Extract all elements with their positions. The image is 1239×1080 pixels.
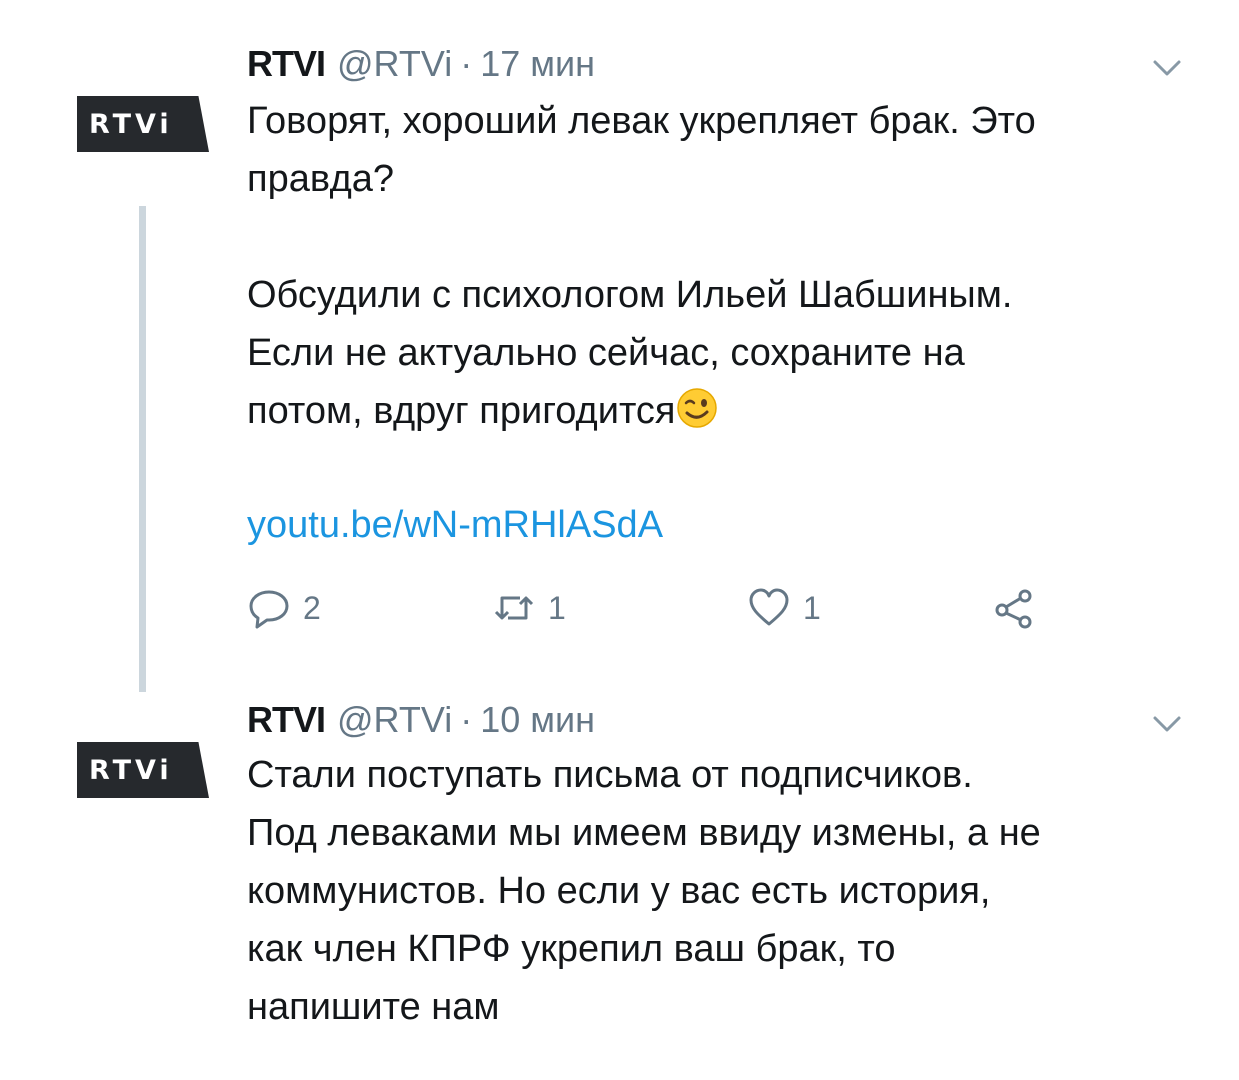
chevron-down-icon[interactable]: [1152, 58, 1182, 78]
separator-dot: ·: [460, 699, 473, 740]
share-button[interactable]: [992, 580, 1036, 636]
reply-count: 2: [303, 589, 321, 626]
tweet-header: RTVI @RTVi · 17 мин: [247, 42, 595, 86]
author-handle[interactable]: @RTVi: [337, 698, 452, 742]
thread-line: [139, 206, 146, 692]
share-icon: [995, 589, 1032, 629]
tweet-header: RTVI @RTVi · 10 мин: [247, 698, 595, 742]
like-count: 1: [803, 589, 821, 626]
avatar[interactable]: RTVi: [77, 742, 209, 798]
avatar-logo-text: RTVi: [89, 108, 173, 140]
author-handle[interactable]: @RTVi: [337, 42, 452, 86]
reply-button[interactable]: 2: [247, 580, 321, 636]
tweet-text: Стали поступать письма от подписчиков. П…: [247, 754, 1041, 1028]
retweet-button[interactable]: 1: [492, 580, 566, 636]
retweet-count: 1: [548, 589, 566, 626]
tweet-link[interactable]: youtu.be/wN-mRHlASdA: [247, 500, 663, 550]
winking-face-emoji: [676, 388, 717, 428]
author-name[interactable]: RTVI: [247, 42, 326, 86]
heart-icon: [749, 588, 789, 626]
tweet[interactable]: RTVi RTVI @RTVi · 17 мин Говорят, хороши…: [0, 0, 1239, 692]
author-name[interactable]: RTVI: [247, 698, 326, 742]
avatar[interactable]: RTVi: [77, 96, 209, 152]
like-button[interactable]: 1: [747, 580, 821, 636]
tweet-text-content: Говорят, хороший левак укрепляет брак. Э…: [247, 100, 1036, 432]
tweet-timestamp[interactable]: 17 мин: [480, 42, 595, 86]
separator-dot: ·: [460, 43, 473, 84]
avatar-logo-text: RTVi: [89, 754, 173, 786]
tweet-timestamp[interactable]: 10 мин: [480, 698, 595, 742]
tweet[interactable]: RTVi RTVI @RTVi · 10 мин Стали поступать…: [0, 690, 1239, 1080]
tweet-text: Говорят, хороший левак укрепляет брак. Э…: [247, 92, 1207, 440]
reply-icon: [249, 590, 289, 629]
chevron-down-icon[interactable]: [1152, 714, 1182, 734]
tweet-actions: 2 1 1: [247, 580, 1067, 636]
retweet-icon: [494, 596, 534, 620]
